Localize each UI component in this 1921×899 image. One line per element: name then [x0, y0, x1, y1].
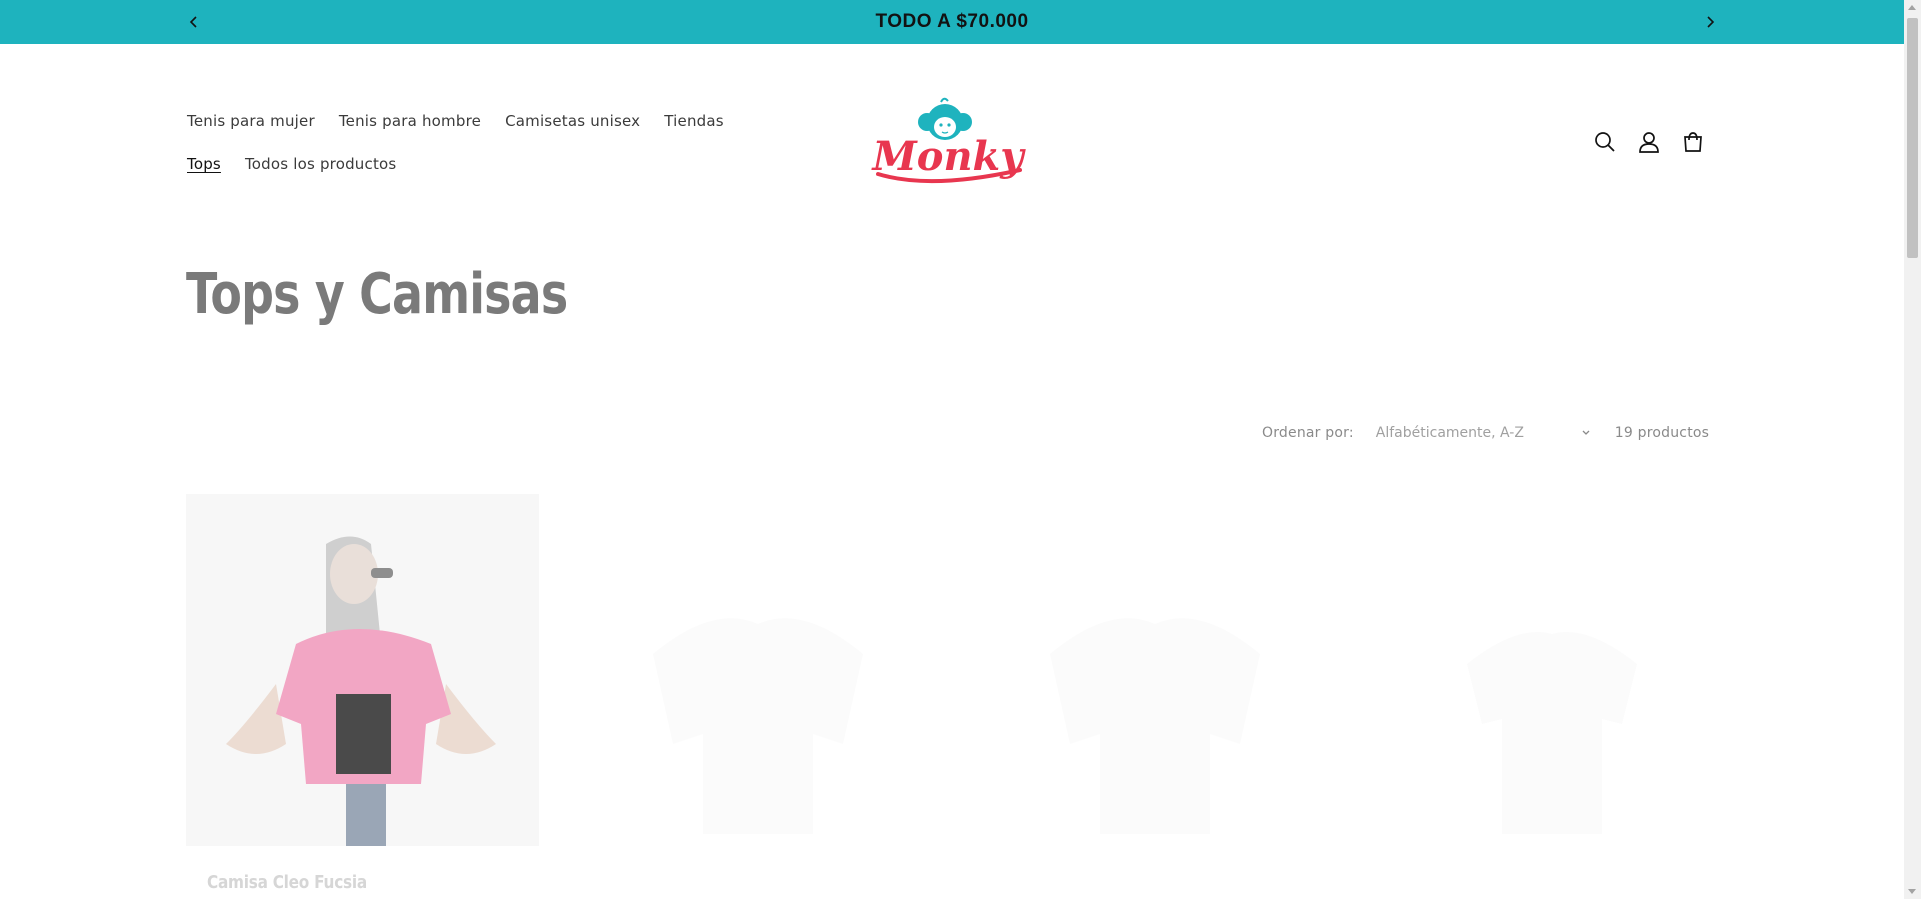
header-icons: [1590, 126, 1708, 158]
scroll-up-icon[interactable]: [1908, 5, 1916, 10]
page-scrollbar[interactable]: [1904, 0, 1921, 899]
announcement-next-button[interactable]: [1696, 8, 1724, 36]
sort-label: Ordenar por:: [1262, 425, 1354, 441]
nav-item-tenis-mujer[interactable]: Tenis para mujer: [187, 104, 315, 147]
cart-button[interactable]: [1678, 126, 1708, 158]
account-button[interactable]: [1634, 126, 1664, 158]
search-button[interactable]: [1590, 126, 1620, 158]
announcement-bar: TODO A $70.000: [0, 0, 1904, 44]
sort-selected-value: Alfabéticamente, A-Z: [1375, 425, 1524, 441]
account-icon: [1639, 132, 1659, 153]
product-card-image[interactable]: [186, 494, 539, 846]
product-photo: [1050, 618, 1260, 834]
chevron-down-icon: [1582, 430, 1590, 435]
site-logo[interactable]: Monky: [870, 92, 1030, 192]
sort-bar: Ordenar por: Alfabéticamente, A-Z 19 pro…: [1262, 425, 1709, 441]
product-card-image[interactable]: [583, 494, 936, 846]
sort-select[interactable]: Alfabéticamente, A-Z: [1376, 425, 1591, 441]
product-card-image[interactable]: [980, 494, 1333, 846]
page-title: Tops y Camisas: [186, 262, 568, 327]
product-count: 19 productos: [1614, 425, 1710, 441]
product-photo: [653, 618, 863, 834]
cart-icon: [1684, 132, 1702, 152]
nav-item-tenis-hombre[interactable]: Tenis para hombre: [339, 104, 481, 147]
search-icon: [1595, 132, 1615, 152]
nav-item-tops[interactable]: Tops: [187, 147, 221, 190]
scrollbar-thumb[interactable]: [1907, 18, 1918, 258]
announcement-message: TODO A $70.000: [875, 11, 1029, 32]
nav-item-camisetas-unisex[interactable]: Camisetas unisex: [505, 104, 640, 147]
main-nav: Tenis para mujer Tenis para hombre Camis…: [187, 104, 787, 190]
scroll-down-icon[interactable]: [1908, 889, 1916, 894]
nav-item-todos-productos[interactable]: Todos los productos: [245, 147, 397, 190]
nav-item-tiendas[interactable]: Tiendas: [664, 104, 724, 147]
product-card-image[interactable]: [1377, 494, 1730, 846]
chevron-right-icon: [1707, 16, 1715, 28]
announcement-prev-button[interactable]: [180, 8, 208, 36]
product-title[interactable]: Camisa Cleo Fucsia: [207, 872, 367, 893]
product-photo: [186, 494, 539, 846]
chevron-left-icon: [189, 16, 197, 28]
monky-logo-icon: Monky: [871, 97, 1026, 184]
product-photo: [1467, 632, 1637, 834]
